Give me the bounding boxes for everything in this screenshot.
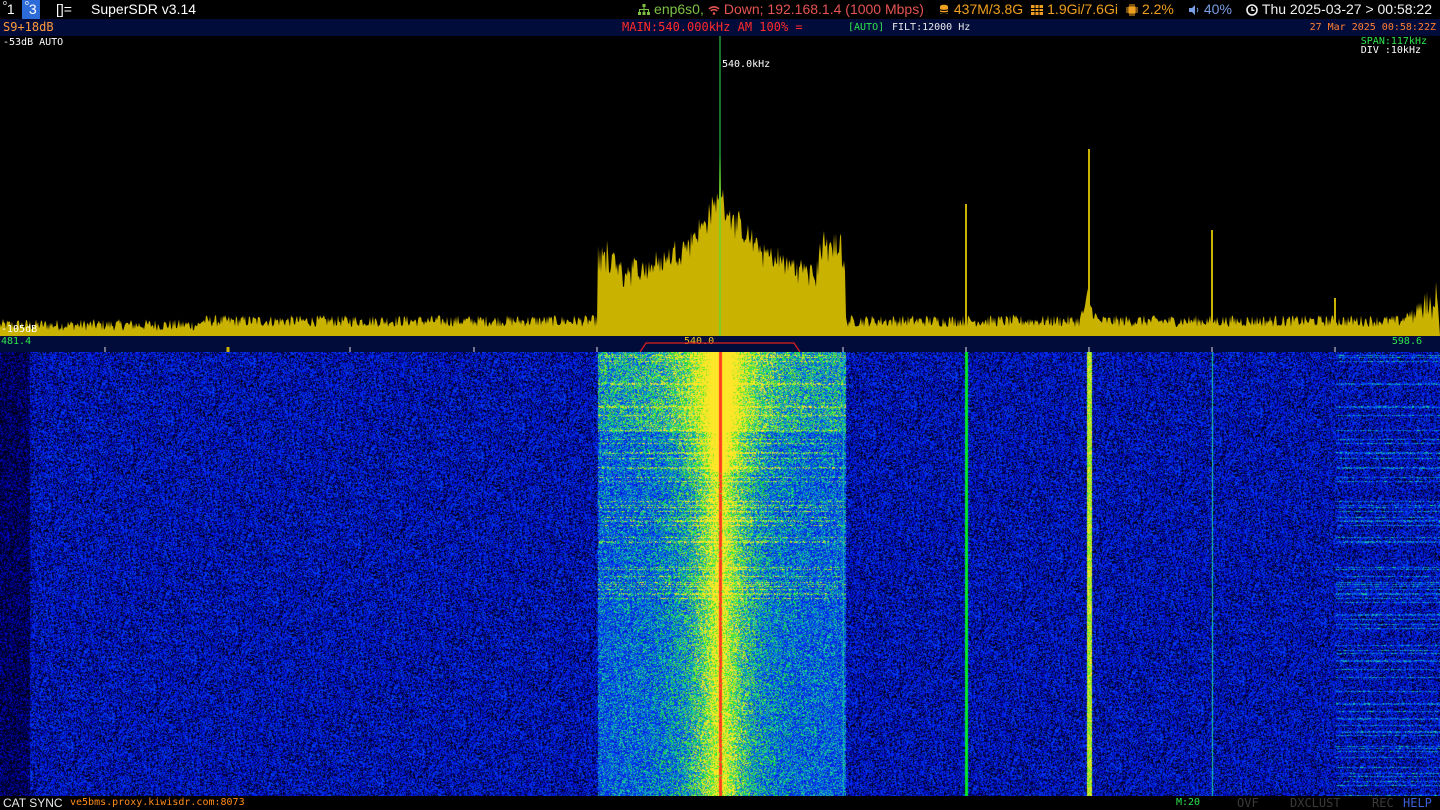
record-indicator[interactable]: REC: [1372, 796, 1394, 810]
auto-gain-badge[interactable]: [AUTO]: [848, 19, 884, 36]
cat-sync-indicator[interactable]: CAT SYNC: [3, 796, 63, 810]
help-button[interactable]: HELP: [1403, 796, 1432, 810]
network-icon: [638, 3, 651, 15]
cpu-usage: 2.2%: [1141, 1, 1174, 17]
reference-level-bottom: -105dB: [1, 324, 38, 335]
memory-icon: [1031, 4, 1044, 15]
filter-width-readout[interactable]: FILT:12000 Hz: [892, 19, 970, 36]
workspace-3-tag[interactable]: o3: [22, 0, 40, 19]
overflow-indicator: OVF: [1237, 796, 1259, 810]
system-clock: Thu 2025-03-27 > 00:58:22: [1261, 1, 1432, 17]
disk-usage: 437M/3.8G: [953, 1, 1024, 17]
main-frequency-readout[interactable]: MAIN:540.000kHz AM 100% =: [622, 19, 803, 36]
sdr-info-bar: S9+18dB MAIN:540.000kHz AM 100% = [AUTO]…: [0, 19, 1440, 36]
system-bar: o1 o3 []= SuperSDR v3.14 enp6s0, Down; 1…: [0, 0, 1440, 19]
volume-level[interactable]: 40%: [1204, 0, 1232, 19]
reference-level-top: -53dB AUTO: [3, 37, 64, 48]
scale-ticks: [104, 342, 1336, 352]
spectrum-display[interactable]: [0, 36, 1440, 336]
network-status: Down; 192.168.1.4 (1000 Mbps): [723, 1, 924, 17]
s-meter-readout: S9+18dB: [3, 20, 54, 34]
window-title: SuperSDR v3.14: [91, 1, 197, 17]
dx-cluster-indicator[interactable]: DXCLUST: [1290, 796, 1341, 810]
passband-bracket[interactable]: [639, 342, 801, 352]
disk-icon: [939, 4, 949, 13]
waterfall-display[interactable]: [0, 352, 1440, 796]
tuned-frequency-label: 540.0kHz: [722, 59, 771, 70]
frequency-scale[interactable]: 481.4 540.0 598.6: [0, 336, 1440, 352]
memory-count[interactable]: M:20: [1176, 796, 1200, 810]
network-interface: enp6s0,: [654, 1, 704, 17]
volume-icon: [1188, 4, 1199, 15]
clock-icon: [1246, 3, 1258, 16]
layout-indicator[interactable]: []=: [56, 0, 72, 19]
division-readout: DIV :10kHz: [1360, 45, 1421, 56]
server-host: ve5bms.proxy.kiwisdr.com:8073: [70, 797, 245, 808]
workspace-1-tag[interactable]: o1: [0, 0, 18, 19]
cpu-icon: [1125, 3, 1138, 16]
memory-usage: 1.9Gi/7.6Gi: [1047, 1, 1118, 17]
status-bar: CAT SYNC ve5bms.proxy.kiwisdr.com:8073 M…: [0, 796, 1440, 810]
utc-datetime: 27 Mar 2025 00:58:22Z: [1309, 22, 1436, 33]
wifi-icon: [708, 5, 720, 15]
